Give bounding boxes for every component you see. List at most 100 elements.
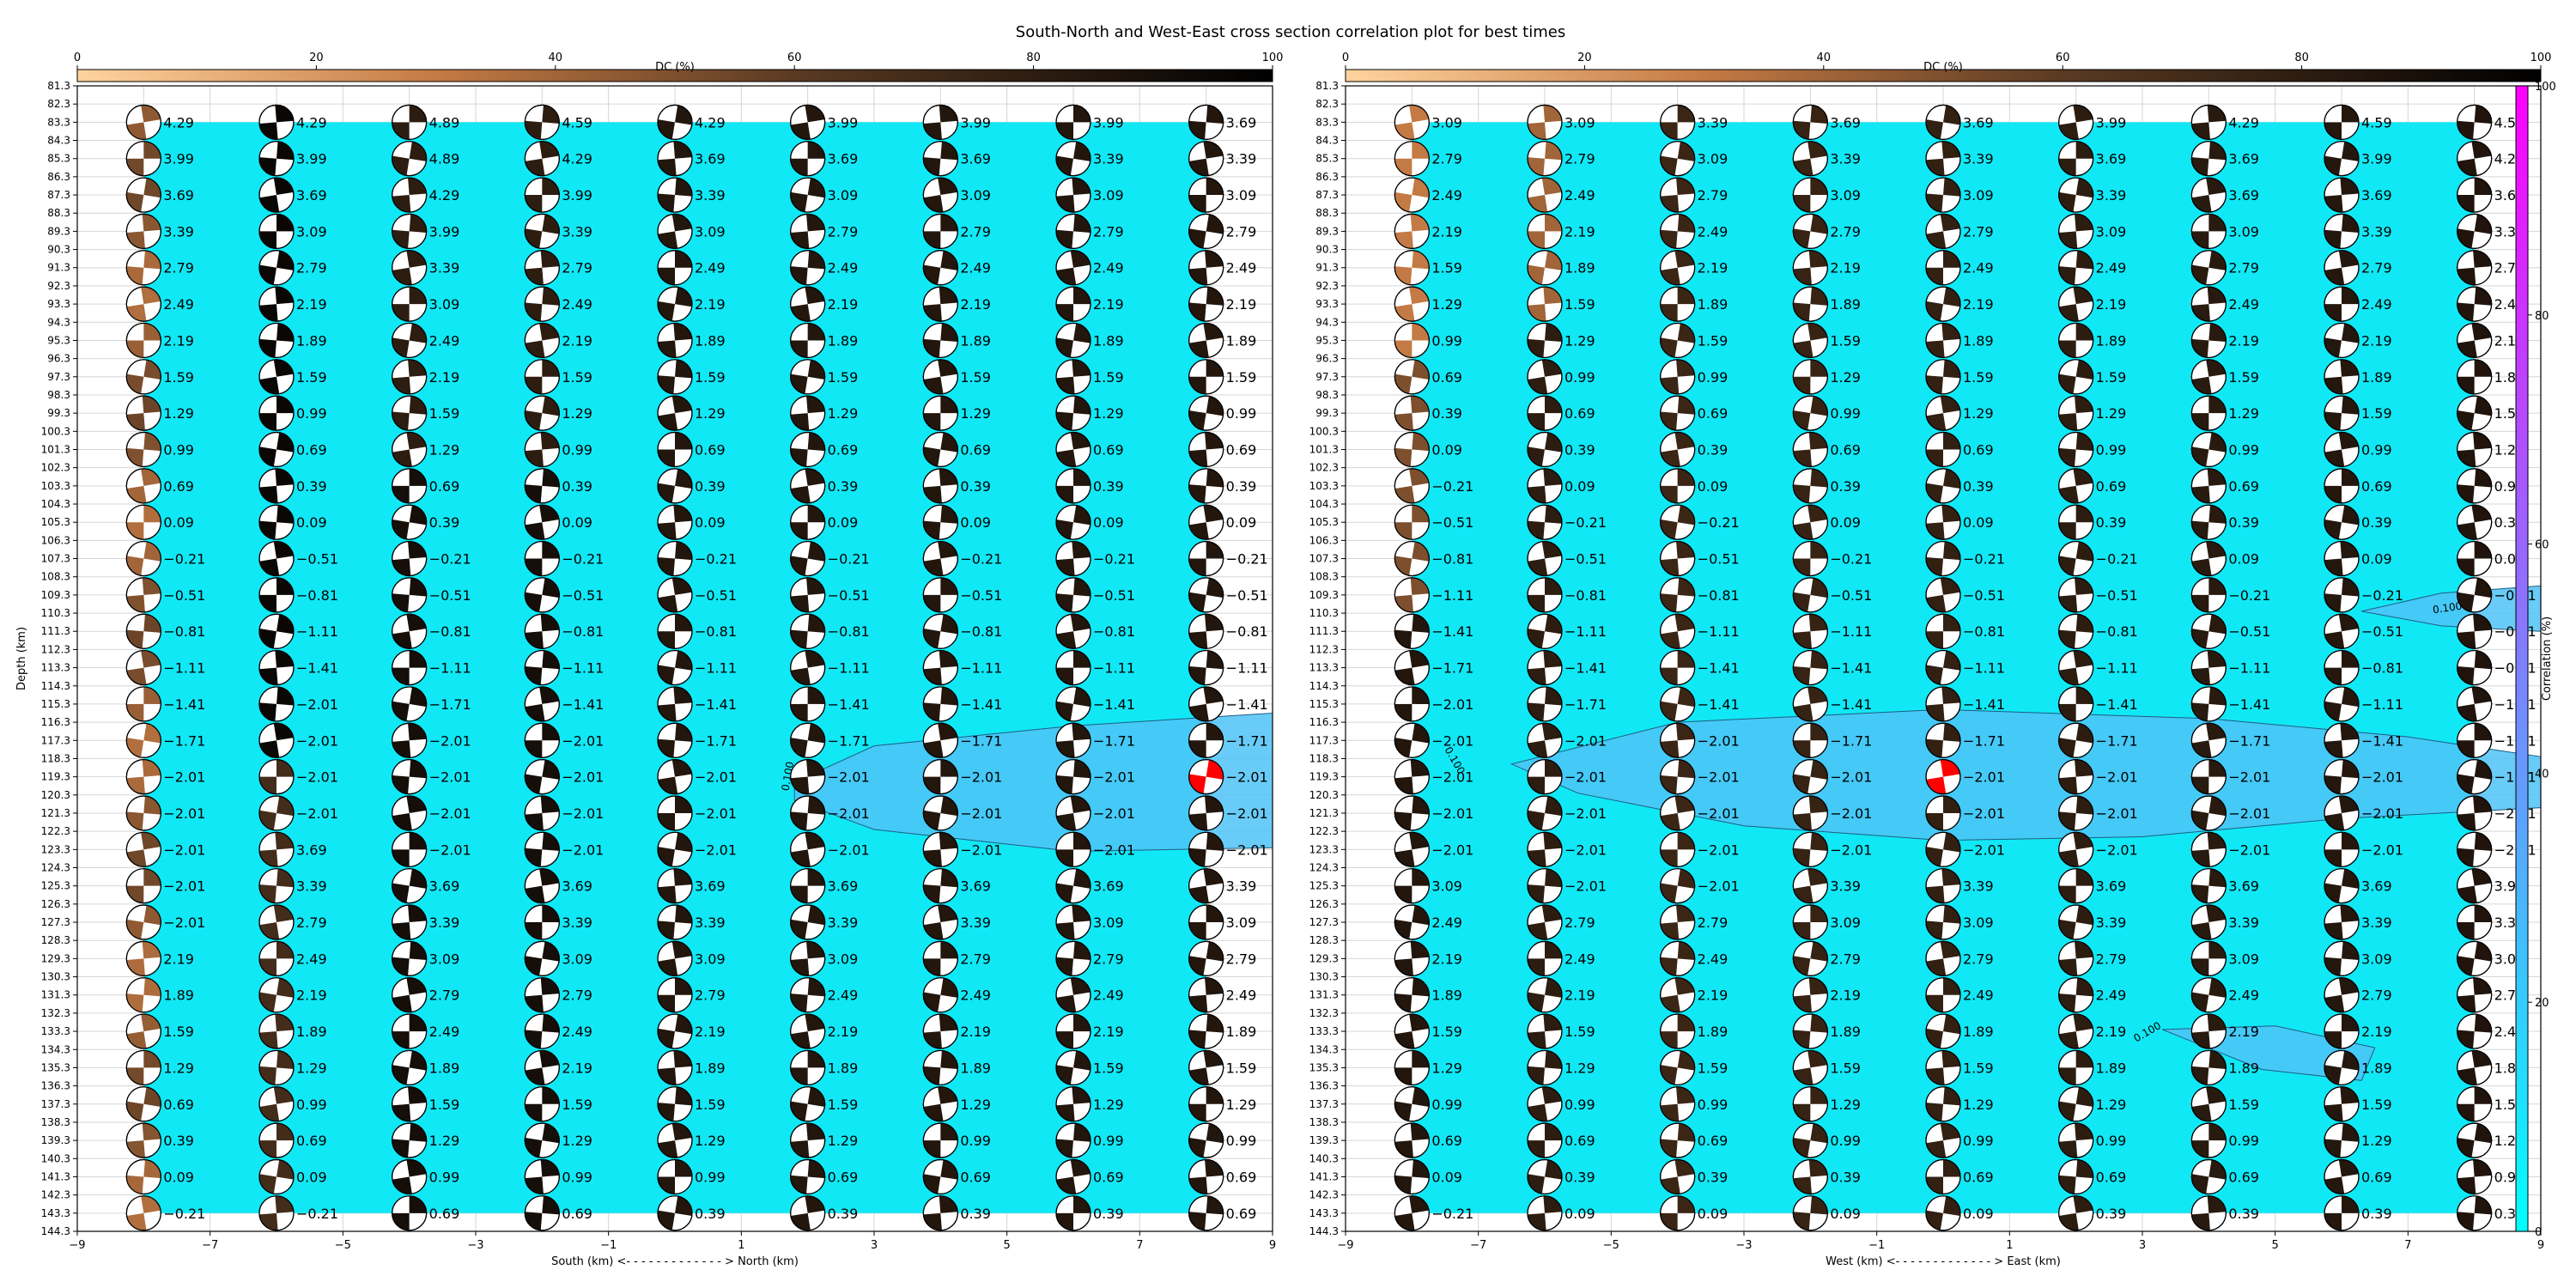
beachball-quadrant: [1206, 214, 1224, 234]
time-shift-label: 3.99: [429, 223, 460, 240]
time-shift-label: −1.11: [1963, 660, 2005, 677]
time-shift-label: −1.41: [695, 696, 737, 713]
beachball: 3.99: [2457, 868, 2524, 904]
x-tick-label: 9: [1269, 1239, 1276, 1252]
time-shift-label: 2.79: [562, 260, 592, 276]
time-shift-label: 0.69: [2361, 478, 2392, 495]
beachball-quadrant: [2474, 396, 2492, 416]
y-axis-ticks: 81.3 82.3 83.3 84.3 85.3 86.3 87.3 88.3 89.3 90.3…: [1309, 80, 1346, 1237]
time-shift-label: 3.09: [1226, 187, 1257, 204]
y-tick-label: 122.3: [1309, 825, 1339, 837]
time-shift-label: −0.81: [1226, 623, 1268, 640]
y-tick-label: 93.3: [47, 298, 70, 310]
time-shift-label: 3.99: [296, 151, 327, 167]
time-shift-label: −2.01: [2361, 805, 2403, 822]
time-shift-label: −0.81: [1093, 623, 1135, 640]
time-shift-label: 2.79: [1226, 951, 1257, 967]
time-shift-label: −0.81: [828, 623, 870, 640]
x-tick-label: −7: [1470, 1239, 1486, 1252]
beachball: 0.69: [1188, 1195, 1256, 1231]
time-shift-label: 1.59: [1093, 1060, 1124, 1076]
x-axis-ticks: −9 −7 −5 −3 −1 1 3 5 7 9: [69, 1231, 1276, 1252]
time-shift-label: 0.39: [695, 478, 726, 495]
time-shift-label: 2.19: [562, 1060, 592, 1076]
time-shift-label: 0.39: [1564, 441, 1595, 458]
beachball-quadrant: [126, 1101, 144, 1121]
beachball-quadrant: [1394, 1031, 1415, 1049]
time-shift-label: 1.59: [1226, 369, 1257, 386]
beachball-quadrant: [1394, 304, 1415, 322]
time-shift-label: 0.69: [960, 441, 991, 458]
time-shift-label: 1.59: [828, 369, 859, 386]
beachball: 2.79: [1188, 940, 1257, 976]
time-shift-label: 0.99: [1431, 332, 1462, 349]
time-shift-label: 1.29: [2361, 1133, 2392, 1149]
x-tick-label: −1: [1868, 1239, 1885, 1252]
y-tick-label: 84.3: [1315, 135, 1339, 147]
beachball-quadrant: [126, 919, 144, 939]
time-shift-label: −2.01: [695, 841, 737, 858]
time-shift-label: 1.29: [828, 1133, 859, 1149]
time-shift-label: 0.09: [1431, 1169, 1462, 1185]
correlation-tick-label: 100: [2535, 81, 2556, 94]
beachball-quadrant: [126, 191, 144, 212]
time-shift-label: 3.69: [2096, 151, 2127, 167]
time-shift-label: 2.79: [695, 987, 726, 1004]
time-shift-label: 3.39: [562, 914, 592, 931]
y-tick-label: 121.3: [41, 807, 70, 819]
time-shift-label: 3.09: [2228, 223, 2259, 240]
beachball-quadrant: [1394, 1101, 1413, 1121]
time-shift-label: −2.01: [1963, 805, 2005, 822]
time-shift-label: −2.01: [828, 769, 870, 786]
y-tick-label: 116.3: [41, 716, 70, 728]
dc-colorbar: 0 20 40 60 80 100 DC (%): [1342, 52, 2551, 82]
time-shift-label: −0.81: [695, 623, 737, 640]
time-shift-label: −1.41: [163, 696, 205, 713]
time-shift-label: 1.59: [1698, 332, 1728, 349]
time-shift-label: 2.49: [2361, 296, 2392, 313]
y-tick-label: 120.3: [41, 789, 70, 801]
y-tick-label: 144.3: [1309, 1225, 1339, 1237]
beachball-quadrant: [2471, 141, 2492, 159]
y-tick-label: 133.3: [41, 1025, 70, 1037]
time-shift-label: −1.71: [1830, 732, 1872, 749]
time-shift-label: 3.09: [1431, 114, 1462, 131]
time-shift-label: 1.89: [1226, 332, 1257, 349]
beachball-quadrant: [1926, 1210, 1943, 1230]
time-shift-label: −1.71: [695, 732, 737, 749]
x-tick-label: −7: [202, 1239, 218, 1252]
y-tick-label: 101.3: [1309, 443, 1339, 455]
time-shift-label: 0.99: [1963, 1133, 1994, 1149]
time-shift-label: 2.49: [828, 987, 859, 1004]
time-shift-label: 0.69: [1226, 441, 1257, 458]
time-shift-label: 4.59: [2361, 114, 2392, 131]
beachball-quadrant: [658, 1210, 675, 1230]
time-shift-label: 1.59: [562, 369, 592, 386]
beachball: 0.39: [1188, 468, 1256, 504]
time-shift-label: 1.29: [695, 1133, 726, 1149]
time-shift-label: 0.99: [1698, 1097, 1728, 1113]
x-axis-label: West (km) <- - - - - - - - - - - - - > E…: [1826, 1255, 2061, 1268]
time-shift-label: 2.19: [1226, 296, 1257, 313]
y-tick-label: 127.3: [1309, 916, 1339, 928]
time-shift-label: −1.41: [1564, 660, 1607, 677]
time-shift-label: −1.71: [1431, 660, 1473, 677]
time-shift-label: −1.41: [1963, 696, 2005, 713]
time-shift-label: 3.39: [1226, 878, 1257, 895]
dc-tick-label: 40: [1817, 52, 1832, 64]
time-shift-label: −2.01: [1698, 732, 1740, 749]
time-shift-label: −2.01: [1431, 841, 1473, 858]
y-tick-label: 102.3: [1309, 462, 1339, 474]
time-shift-label: −1.71: [2096, 732, 2138, 749]
time-shift-label: −1.11: [1564, 623, 1607, 640]
time-shift-label: 0.69: [1963, 1169, 1994, 1185]
y-tick-label: 104.3: [41, 498, 70, 510]
time-shift-label: −0.21: [1698, 514, 1740, 531]
beachball-quadrant: [2471, 686, 2492, 704]
beachball: 1.89: [1188, 322, 1257, 359]
time-shift-label: −1.11: [828, 660, 870, 677]
time-shift-label: 2.19: [429, 369, 460, 386]
time-shift-label: −0.21: [2228, 587, 2270, 604]
time-shift-label: −0.21: [1431, 478, 1473, 495]
time-shift-label: −1.41: [2361, 732, 2403, 749]
